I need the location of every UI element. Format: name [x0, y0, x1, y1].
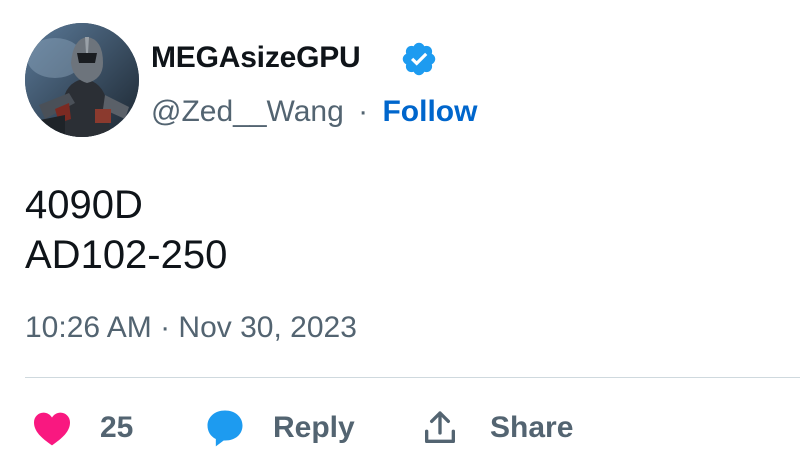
divider — [25, 377, 800, 378]
display-name[interactable]: MEGAsizeGPU — [151, 38, 361, 78]
tweet-text: 4090D AD102-250 — [25, 180, 227, 280]
meta-separator: · — [358, 95, 369, 128]
speech-bubble-icon — [207, 410, 243, 447]
avatar-image — [25, 23, 139, 137]
share-upload-icon — [425, 411, 455, 443]
follow-button[interactable]: Follow — [382, 95, 477, 128]
heart-icon — [34, 412, 70, 446]
verified-badge-icon — [402, 42, 436, 76]
like-count: 25 — [100, 411, 134, 444]
avatar[interactable] — [25, 23, 139, 137]
tweet-timestamp[interactable]: 10:26 AM · Nov 30, 2023 — [25, 308, 357, 348]
share-label: Share — [490, 411, 574, 444]
author-handle[interactable]: @Zed__Wang — [151, 95, 344, 128]
tweet-line: AD102-250 — [25, 233, 228, 277]
author-meta: @Zed__Wang · Follow — [151, 92, 477, 132]
tweet-card: MEGAsizeGPU @Zed__Wang · Follow 4090D AD… — [0, 0, 800, 466]
reply-button[interactable]: Reply — [205, 406, 355, 450]
tweet-line: 4090D — [25, 183, 143, 227]
like-button[interactable]: 25 — [32, 406, 133, 450]
share-button[interactable]: Share — [420, 406, 573, 450]
reply-label: Reply — [273, 411, 355, 444]
